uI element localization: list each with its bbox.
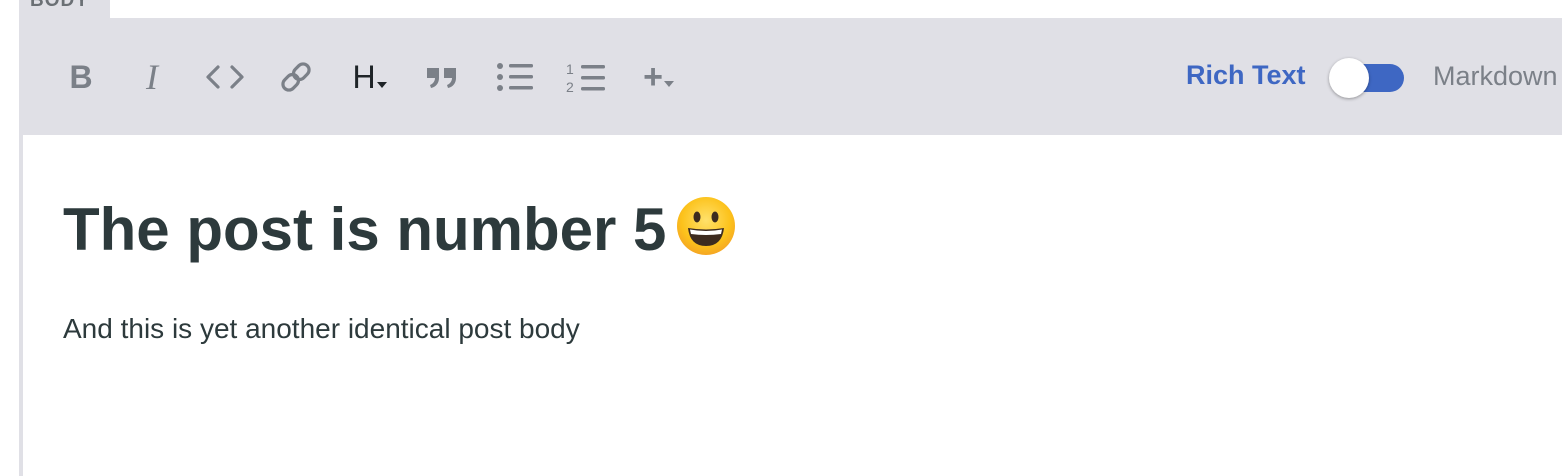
italic-button[interactable]: I [126,51,178,103]
post-body[interactable]: And this is yet another identical post b… [63,313,580,345]
editor-content[interactable]: The post is number 5 And this is yet ano… [23,135,1562,476]
bulleted-list-button[interactable] [489,51,541,103]
post-title[interactable]: The post is number 5 [63,196,736,263]
heading-button[interactable]: H [344,51,396,103]
numbered-list-digit-1: 1 [566,61,574,77]
bold-icon: B [69,59,93,95]
rich-text-editor: B I H 1 2 + Rich Text Markdown The post … [19,18,1562,476]
link-button[interactable] [270,51,322,103]
section-label: BODY [19,0,110,19]
editor-toolbar: B I H 1 2 + Rich Text Markdown [19,18,1562,135]
editor-mode-toggle[interactable] [1329,58,1404,98]
code-icon [206,65,244,89]
section-label-text: BODY [30,0,89,11]
italic-icon: I [146,57,158,97]
post-title-text: The post is number 5 [63,196,667,263]
insert-button[interactable]: + [633,51,685,103]
toggle-knob [1329,58,1369,98]
numbered-list-button[interactable]: 1 2 [560,51,612,103]
heading-icon: H [352,59,376,95]
rich-text-mode-label[interactable]: Rich Text [1186,60,1306,91]
bulleted-list-icon [497,63,533,91]
page: BODY B I H 1 2 + Rich Text Markdown The … [0,0,1562,476]
blockquote-button[interactable] [416,51,468,103]
chevron-down-icon [663,81,674,87]
bold-button[interactable]: B [55,51,107,103]
insert-icon: + [643,58,663,96]
grinning-face-icon [676,196,736,256]
quote-icon [427,68,456,88]
markdown-mode-label[interactable]: Markdown [1433,61,1558,92]
link-icon [281,62,311,92]
chevron-down-icon [376,82,387,88]
numbered-list-icon: 1 2 [566,61,605,95]
numbered-list-digit-2: 2 [566,79,574,95]
code-button[interactable] [199,51,251,103]
